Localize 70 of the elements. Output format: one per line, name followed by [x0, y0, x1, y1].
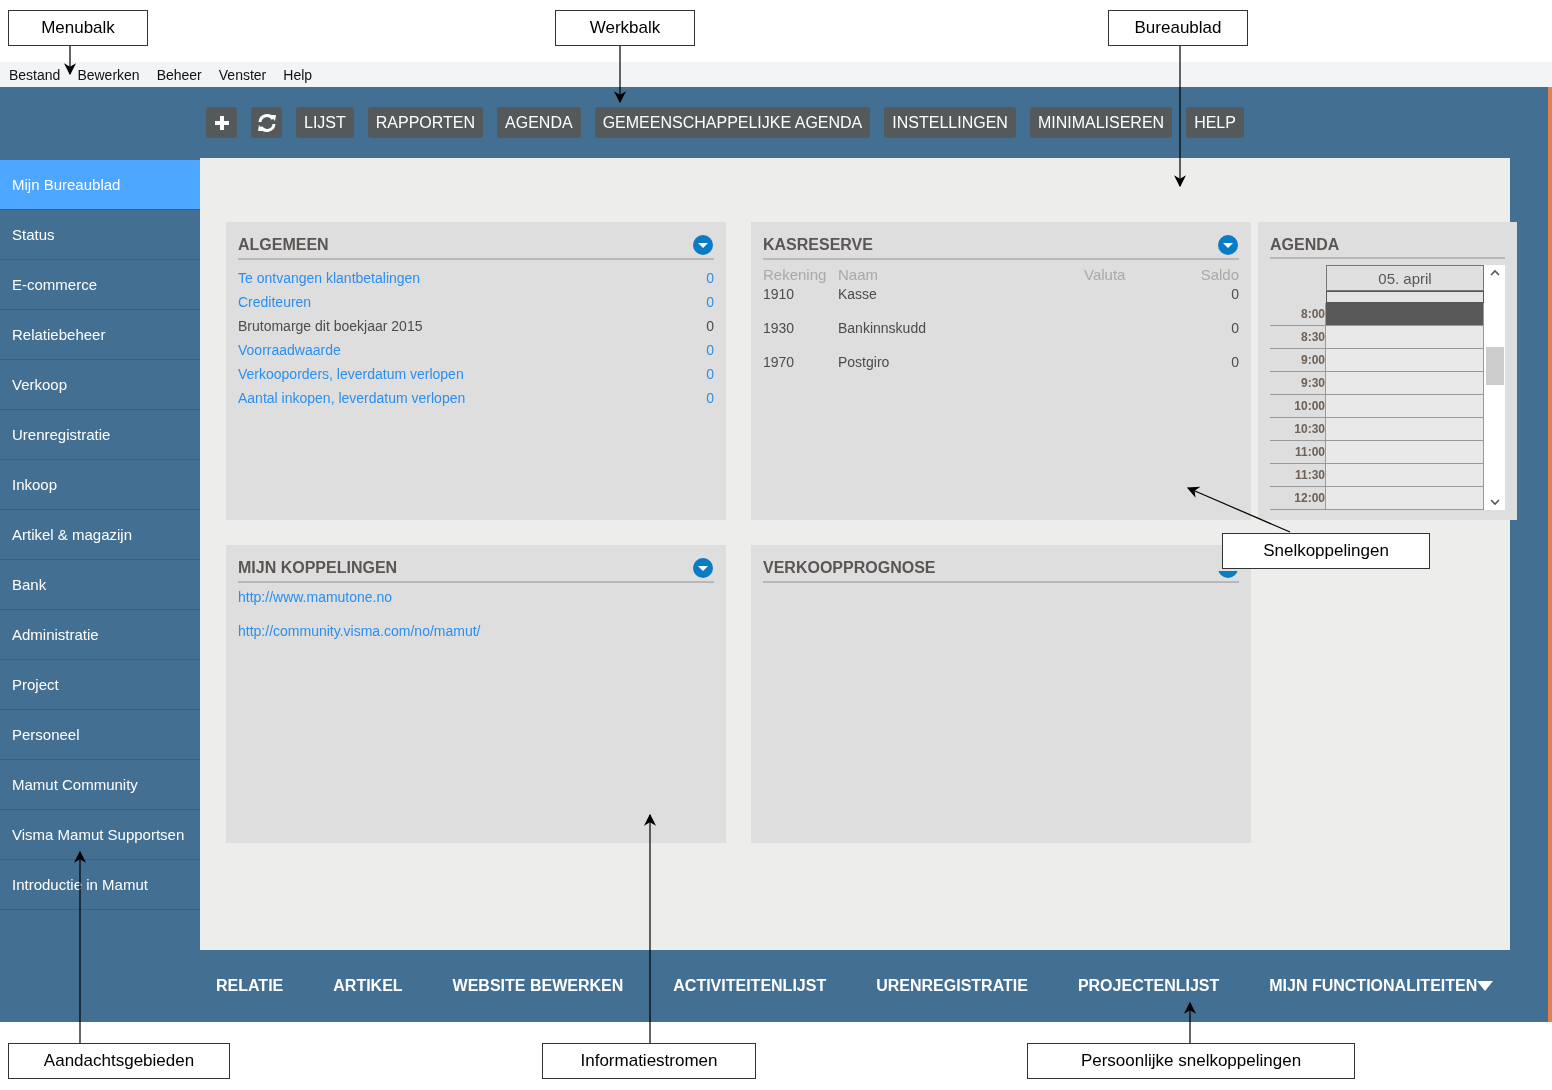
all-day-row[interactable] [1326, 291, 1484, 303]
callout-label: Persoonlijke snelkoppelingen [1027, 1043, 1355, 1079]
summary-value: 0 [706, 366, 714, 382]
table-cell-text: 0 [1230, 354, 1239, 370]
menu-item[interactable]: Bewerken [77, 66, 140, 83]
summary-value: 0 [706, 390, 714, 406]
menu-item[interactable]: Bestand [9, 66, 61, 83]
collapse-icon[interactable] [692, 557, 714, 579]
summary-value: 0 [706, 294, 714, 310]
refresh-button[interactable] [251, 107, 282, 138]
callout-label: Bureaublad [1108, 10, 1248, 46]
shortcut-link[interactable]: PROJECTENLIJST [1077, 977, 1220, 995]
callout-arrow [64, 45, 76, 76]
time-slot[interactable] [1326, 349, 1484, 371]
date-header: 05. april [1378, 269, 1432, 287]
callout-label: Snelkoppelingen [1222, 533, 1430, 569]
time-slot[interactable] [1326, 464, 1484, 486]
panel-title: MIJN KOPPELINGEN [238, 559, 398, 577]
menu-item[interactable]: Help [283, 66, 313, 83]
table-cell-text: 1970 [763, 354, 796, 370]
table-cell-text: 1930 [763, 320, 796, 336]
table-cell-text: Kasse [838, 286, 878, 302]
time-slot[interactable] [1326, 372, 1484, 394]
toolbar-button[interactable]: MINIMALISEREN [1029, 107, 1173, 138]
collapse-icon[interactable] [692, 234, 714, 256]
shortcut-link[interactable]: ACTIVITEITENLIJST [673, 977, 827, 995]
add-button[interactable] [206, 107, 237, 138]
table-cell-text: 0 [1230, 320, 1239, 336]
time-slot[interactable] [1326, 441, 1484, 463]
toolbar-button[interactable]: GEMEENSCHAPPELIJKE AGENDA [594, 107, 871, 138]
panel-title: ALGEMEEN [238, 236, 329, 254]
time-slot[interactable] [1326, 326, 1484, 348]
plus-icon [213, 114, 230, 131]
table-cell-text: 0 [1230, 286, 1239, 302]
summary-value: 0 [706, 270, 714, 286]
time-slot[interactable] [1326, 487, 1484, 509]
shortcut-link[interactable]: MIJN FUNCTIONALITEITEN [1269, 977, 1494, 995]
toolbar-button[interactable]: HELP [1186, 107, 1244, 138]
summary-value: 0 [706, 342, 714, 358]
callout-label: Werkbalk [555, 10, 695, 46]
time-slot[interactable] [1326, 395, 1484, 417]
toolbar-button[interactable]: RAPPORTEN [367, 107, 484, 138]
callout-label: Aandachtsgebieden [8, 1043, 230, 1079]
menu-item[interactable]: Beheer [156, 66, 202, 83]
table-cell-text: 1910 [763, 286, 796, 302]
callout-label: Informatiestromen [542, 1043, 756, 1079]
table-cell-text: Bankinnskudd [838, 320, 927, 336]
refresh-icon [255, 112, 278, 133]
collapse-icon[interactable] [1217, 234, 1239, 256]
summary-value: 0 [706, 318, 714, 334]
callout-arrow [614, 45, 626, 104]
toolbar-button[interactable]: INSTELLINGEN [884, 107, 1016, 138]
time-slot[interactable] [1326, 418, 1484, 440]
scrollbar-thumb[interactable] [1485, 347, 1504, 385]
toolbar-button[interactable]: AGENDA [497, 107, 581, 138]
callout-arrow [1184, 1001, 1196, 1044]
shortcut-link[interactable]: ARTIKEL [333, 977, 403, 995]
scrollbar[interactable] [1484, 265, 1505, 510]
menu-item[interactable]: Venster [218, 66, 267, 83]
table-cell-text: Postgiro [838, 354, 891, 370]
callout-label: Menubalk [8, 10, 148, 46]
dropdown-icon[interactable] [1477, 980, 1494, 992]
summary-label: Brutomarge dit boekjaar 2015 [238, 318, 423, 334]
toolbar-button[interactable]: LIJST [296, 107, 354, 138]
panel-title: AGENDA [1270, 235, 1340, 254]
shortcut-link[interactable]: WEBSITE BEWERKEN [452, 977, 624, 995]
panel-title: VERKOOPPROGNOSE [763, 559, 936, 577]
shortcut-link[interactable]: RELATIE [216, 977, 284, 995]
shortcut-link[interactable]: URENREGISTRATIE [876, 977, 1028, 995]
panel-title: KASRESERVE [763, 236, 873, 254]
